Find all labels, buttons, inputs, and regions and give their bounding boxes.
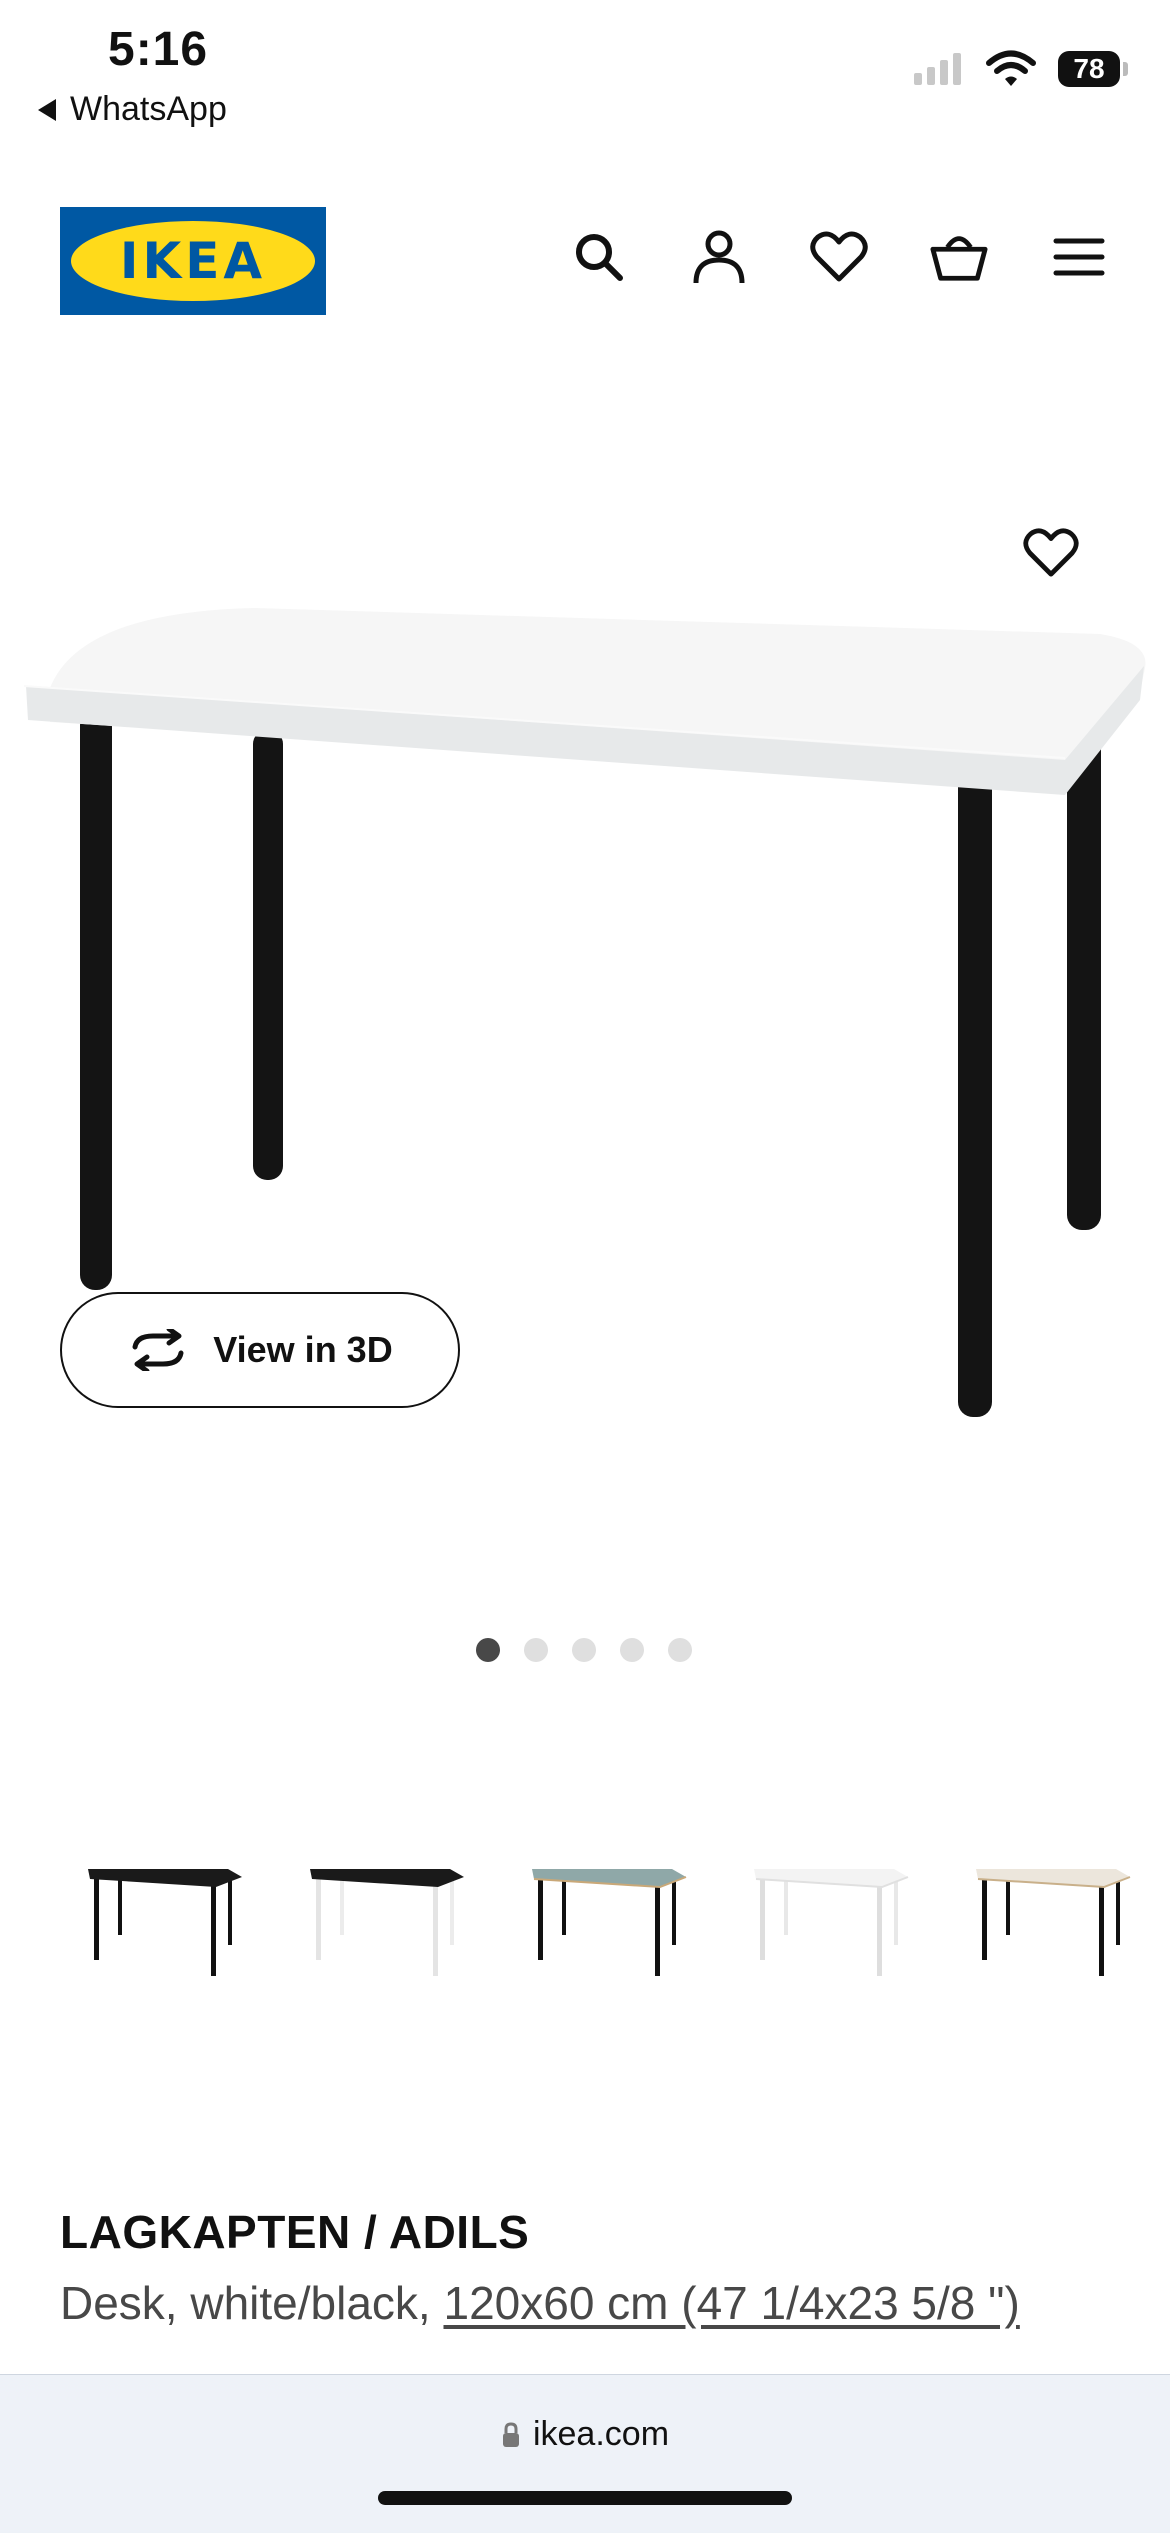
product-description: Desk, white/black, 120x60 cm (47 1/4x23 … [60,2276,1020,2330]
basket-icon[interactable] [930,228,988,286]
battery-level: 78 [1073,53,1105,84]
carousel-dot[interactable] [476,1638,500,1662]
battery-icon: 78 [1058,51,1128,87]
view-in-3d-button[interactable]: View in 3D [60,1292,460,1408]
account-icon[interactable] [690,228,748,286]
variant-thumbnail[interactable] [744,1845,920,1995]
browser-address-bar[interactable]: ikea.com [0,2374,1170,2533]
status-indicators: 78 [912,50,1128,88]
url-text: ikea.com [532,2415,670,2453]
variant-thumbnail[interactable] [300,1845,476,1995]
variant-thumbnail[interactable] [966,1845,1142,1995]
home-indicator[interactable] [378,2491,792,2505]
variant-thumbnails [78,1845,1142,1995]
variant-thumbnail[interactable] [522,1845,698,1995]
signal-icon [914,53,961,85]
search-icon[interactable] [570,228,628,286]
logo-text: IKEA [119,232,267,290]
carousel-dots[interactable] [476,1638,692,1662]
menu-icon[interactable] [1050,228,1108,286]
product-type: Desk, white/black, [60,2277,444,2329]
lock-icon [502,2421,519,2447]
carousel-dot[interactable] [572,1638,596,1662]
status-time: 5:16 [108,23,209,76]
product-size-link[interactable]: 120x60 cm (47 1/4x23 5/8 ") [443,2277,1019,2329]
url-display[interactable]: ikea.com [0,2415,1170,2454]
heart-icon[interactable] [810,228,868,286]
product-name: LAGKAPTEN / ADILS [60,2206,530,2258]
carousel-dot[interactable] [524,1638,548,1662]
back-to-app-button[interactable]: WhatsApp [38,90,227,129]
wifi-icon [986,50,1036,86]
rotate-icon [132,1329,184,1371]
carousel-dot[interactable] [668,1638,692,1662]
variant-thumbnail[interactable] [78,1845,254,1995]
ikea-logo[interactable]: IKEA [60,207,326,315]
carousel-dot[interactable] [620,1638,644,1662]
back-arrow-icon [38,98,56,121]
back-app-label: WhatsApp [70,90,227,128]
view-in-3d-label: View in 3D [213,1329,393,1370]
save-to-favourites-icon[interactable] [1020,522,1082,584]
